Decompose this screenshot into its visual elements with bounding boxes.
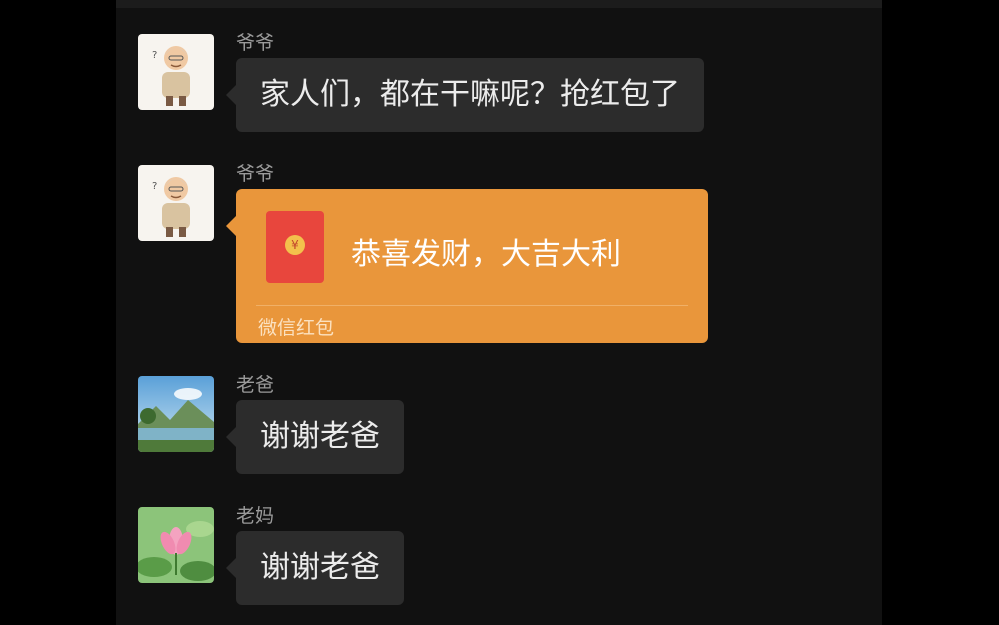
- message-bubble[interactable]: 谢谢老爸: [226, 400, 404, 474]
- mom-avatar[interactable]: [138, 507, 214, 583]
- grandpa-avatar[interactable]: ?: [138, 34, 214, 110]
- grandpa-cartoon-avatar: ?: [138, 34, 214, 110]
- message-bubble[interactable]: 家人们，都在干嘛呢？抢红包了: [226, 58, 704, 132]
- red-packet-card[interactable]: ¥ 恭喜发财，大吉大利 微信红包: [226, 189, 708, 343]
- sender-name: 老爸: [236, 374, 275, 396]
- svg-text:?: ?: [152, 181, 157, 192]
- lotus-flower-avatar: [138, 507, 214, 583]
- screen: ? 爷爷 家人们，都在干嘛呢？抢红包了 ? 爷爷 ¥ 恭喜发财，大吉大利 微信红…: [0, 0, 999, 625]
- chat-top-bar: [116, 0, 882, 8]
- grandpa-cartoon-avatar: ?: [138, 165, 214, 241]
- sender-name: 老妈: [236, 505, 275, 527]
- sender-name: 爷爷: [236, 32, 275, 54]
- red-packet-footer: 微信红包: [258, 317, 335, 339]
- dad-avatar[interactable]: [138, 376, 214, 452]
- sender-name: 爷爷: [236, 163, 275, 185]
- grandpa-avatar[interactable]: ?: [138, 165, 214, 241]
- message-bubble[interactable]: 谢谢老爸: [226, 531, 404, 605]
- coin-icon: ¥: [285, 235, 305, 255]
- red-packet-title: 恭喜发财，大吉大利: [351, 237, 621, 272]
- red-envelope-icon: ¥: [266, 211, 324, 283]
- svg-text:?: ?: [152, 50, 157, 61]
- divider: [256, 305, 688, 306]
- landscape-lake-avatar: [138, 376, 214, 452]
